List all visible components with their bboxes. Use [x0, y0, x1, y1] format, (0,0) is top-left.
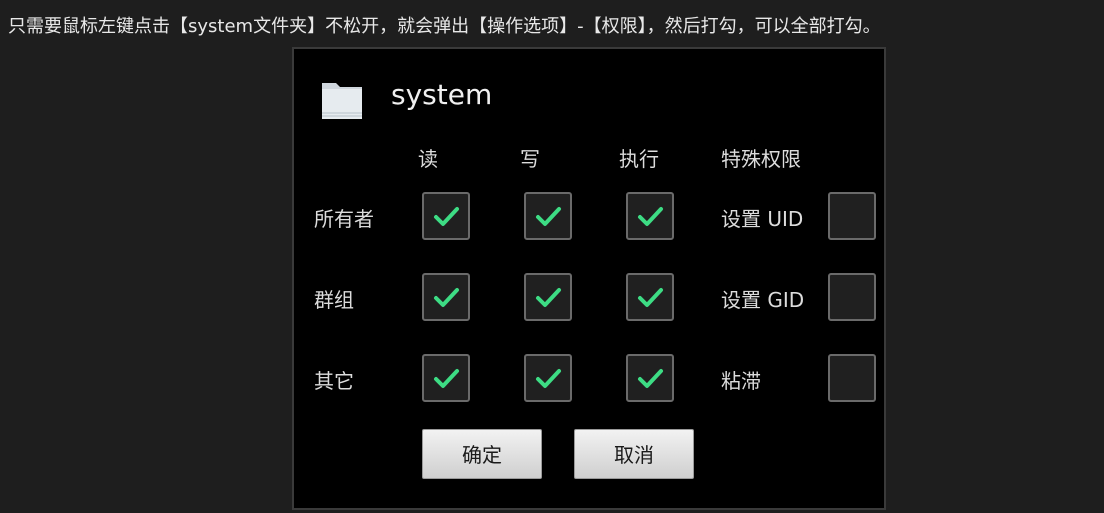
checkbox-group-read[interactable]: [422, 273, 470, 321]
checkbox-other-write[interactable]: [524, 354, 572, 402]
checkbox-setuid[interactable]: [828, 192, 876, 240]
check-icon: [536, 369, 561, 388]
checkbox-setgid[interactable]: [828, 273, 876, 321]
row-label-group: 群组: [314, 288, 354, 312]
instruction-text: 只需要鼠标左键点击【system文件夹】不松开，就会弹出【操作选项】-【权限】，…: [8, 16, 881, 37]
checkbox-group-write[interactable]: [524, 273, 572, 321]
row-label-other: 其它: [314, 369, 354, 393]
special-label-setgid: 设置 GID: [721, 288, 805, 312]
permissions-dialog: system 读 写 执行 特殊权限 所有者 设置 UID 群组 设置 GID …: [292, 47, 886, 510]
column-header-execute: 执行: [619, 147, 659, 171]
cancel-button[interactable]: 取消: [574, 429, 694, 479]
checkbox-owner-read[interactable]: [422, 192, 470, 240]
check-icon: [434, 288, 459, 307]
page: 只需要鼠标左键点击【system文件夹】不松开，就会弹出【操作选项】-【权限】，…: [0, 0, 1104, 513]
special-label-sticky: 粘滞: [721, 369, 761, 393]
column-header-write: 写: [520, 147, 540, 171]
check-icon: [638, 288, 663, 307]
ok-button[interactable]: 确定: [422, 429, 542, 479]
check-icon: [434, 369, 459, 388]
check-icon: [434, 207, 459, 226]
special-label-setuid: 设置 UID: [721, 207, 804, 231]
row-label-owner: 所有者: [314, 207, 374, 231]
checkbox-other-read[interactable]: [422, 354, 470, 402]
checkbox-group-execute[interactable]: [626, 273, 674, 321]
checkbox-owner-execute[interactable]: [626, 192, 674, 240]
check-icon: [536, 288, 561, 307]
check-icon: [536, 207, 561, 226]
dialog-title: system: [391, 78, 493, 111]
check-icon: [638, 369, 663, 388]
checkbox-owner-write[interactable]: [524, 192, 572, 240]
checkbox-other-execute[interactable]: [626, 354, 674, 402]
check-icon: [638, 207, 663, 226]
column-header-read: 读: [418, 147, 438, 171]
column-header-special: 特殊权限: [721, 147, 801, 171]
checkbox-sticky[interactable]: [828, 354, 876, 402]
folder-icon: [320, 75, 364, 121]
